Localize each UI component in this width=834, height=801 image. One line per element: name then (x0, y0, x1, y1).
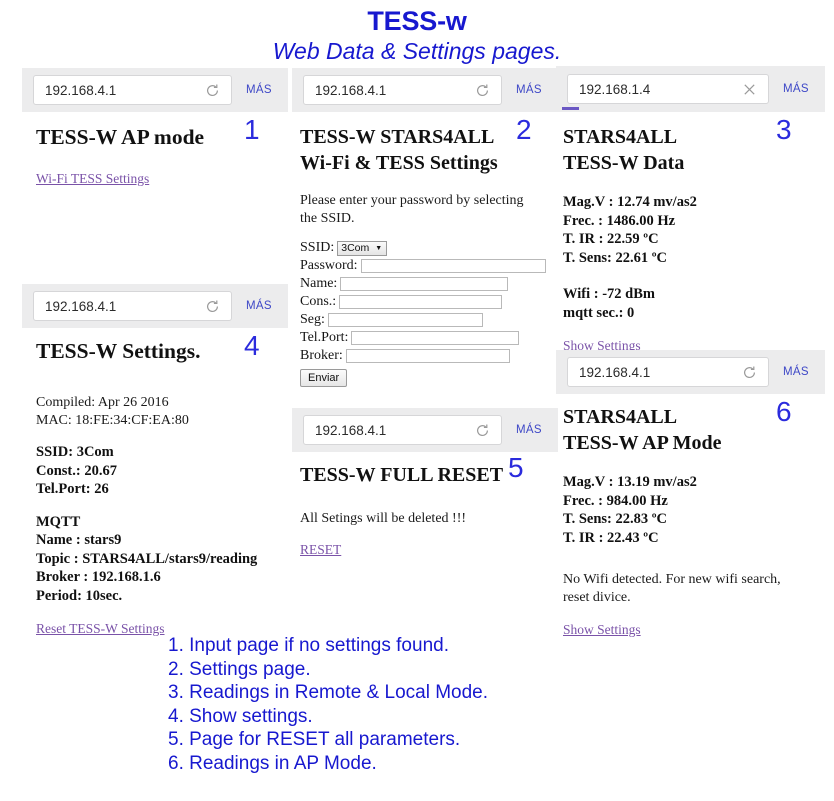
panel6-status: No Wifi detected. For new wifi search, r… (563, 572, 781, 605)
browser-address-bar-5: 192.168.4.1 MÁS (292, 408, 558, 452)
url-input-1[interactable]: 192.168.4.1 (33, 75, 232, 105)
more-button-6[interactable]: MÁS (769, 366, 825, 378)
form-row-broker: Broker: (300, 348, 550, 365)
browser-address-bar-3: 192.168.1.4 MÁS (556, 66, 825, 112)
url-text-5: 192.168.4.1 (315, 422, 387, 438)
panel4-wifi-info: SSID: 3Com Const.: 20.67 Tel.Port: 26 (36, 444, 117, 497)
panel3-status: Wifi : -72 dBm mqtt sec.: 0 (563, 286, 655, 321)
panel2-instruction: Please enter your password by selecting … (300, 193, 524, 226)
label-broker: Broker: (300, 348, 343, 364)
panel-tess-data: STARS4ALL TESS-W Data Mag.V : 12.74 mv/a… (563, 124, 828, 355)
url-input-2[interactable]: 192.168.4.1 (303, 75, 502, 105)
panel-settings-readout: TESS-W Settings. Compiled: Apr 26 2016 M… (36, 338, 291, 638)
browser-address-bar-2: 192.168.4.1 MÁS (292, 68, 558, 112)
browser-address-bar-4: 192.168.4.1 MÁS (22, 284, 288, 328)
settings-form: SSID: 3Com ▼ Password: Name: Cons.: Seg:… (300, 240, 550, 387)
url-text-4: 192.168.4.1 (45, 298, 117, 314)
cons-field[interactable] (339, 295, 503, 310)
label-cons: Cons.: (300, 294, 337, 310)
form-row-ssid: SSID: 3Com ▼ (300, 240, 550, 257)
form-row-password: Password: (300, 258, 550, 275)
url-text-3: 192.168.1.4 (579, 81, 651, 97)
panel1-marker: 1 (244, 114, 260, 145)
form-row-name: Name: (300, 276, 550, 293)
panel6-readings: Mag.V : 13.19 mv/as2 Frec. : 984.00 Hz T… (563, 474, 697, 546)
panel4-mqtt-info: MQTT Name : stars9 Topic : STARS4ALL/sta… (36, 513, 258, 604)
wifi-tess-settings-link[interactable]: Wi-Fi TESS Settings (36, 171, 149, 187)
broker-field[interactable] (345, 349, 510, 364)
telport-field[interactable] (351, 331, 520, 346)
panel-wifi-settings-form: TESS-W STARS4ALL Wi-Fi & TESS Settings P… (300, 124, 550, 387)
more-button-3[interactable]: MÁS (769, 83, 825, 95)
url-input-4[interactable]: 192.168.4.1 (33, 291, 232, 321)
tab-indicator (562, 107, 579, 110)
form-row-telport: Tel.Port: (300, 330, 550, 347)
reload-icon[interactable] (197, 291, 227, 321)
form-row-cons: Cons.: (300, 294, 550, 311)
more-button-4[interactable]: MÁS (232, 300, 288, 312)
label-telport: Tel.Port: (300, 330, 349, 346)
panel4-marker: 4 (244, 330, 260, 361)
url-input-6[interactable]: 192.168.4.1 (567, 357, 769, 387)
url-input-3[interactable]: 192.168.1.4 (567, 74, 769, 104)
panel2-heading: TESS-W STARS4ALL Wi-Fi & TESS Settings (300, 126, 498, 174)
more-button-2[interactable]: MÁS (502, 84, 558, 96)
reset-link[interactable]: RESET (300, 542, 341, 558)
submit-button[interactable]: Enviar (300, 369, 348, 387)
reload-icon[interactable] (467, 75, 497, 105)
password-field[interactable] (360, 259, 546, 274)
page-title: TESS-w (367, 6, 467, 36)
reset-tess-settings-link[interactable]: Reset TESS-W Settings (36, 621, 165, 637)
url-text-1: 192.168.4.1 (45, 82, 117, 98)
reload-icon[interactable] (467, 415, 497, 445)
seg-field[interactable] (327, 313, 483, 328)
legend-list: 1. Input page if no settings found. 2. S… (168, 635, 489, 774)
show-settings-link-6[interactable]: Show Settings (563, 622, 641, 638)
panel3-readings: Mag.V : 12.74 mv/as2 Frec. : 1486.00 Hz … (563, 194, 697, 266)
ssid-select-value: 3Com (341, 242, 370, 255)
form-row-seg: Seg: (300, 312, 550, 329)
panel4-build-info: Compiled: Apr 26 2016 MAC: 18:FE:34:CF:E… (36, 395, 189, 428)
label-ssid: SSID: (300, 240, 335, 256)
panel5-warning: All Setings will be deleted !!! (300, 511, 467, 526)
url-text-2: 192.168.4.1 (315, 82, 387, 98)
browser-address-bar-6: 192.168.4.1 MÁS (556, 350, 825, 394)
page-subtitle: Web Data & Settings pages. (272, 38, 562, 64)
panel2-marker: 2 (516, 114, 532, 145)
panel5-marker: 5 (508, 452, 524, 483)
browser-address-bar-1: 192.168.4.1 MÁS (22, 68, 288, 112)
url-text-6: 192.168.4.1 (579, 364, 651, 380)
close-icon[interactable] (734, 74, 764, 104)
reload-icon[interactable] (734, 357, 764, 387)
url-input-5[interactable]: 192.168.4.1 (303, 415, 502, 445)
panel-ap-mode-data: STARS4ALL TESS-W AP Mode Mag.V : 13.19 m… (563, 404, 825, 639)
chevron-down-icon: ▼ (375, 244, 383, 252)
label-name: Name: (300, 276, 338, 292)
more-button-1[interactable]: MÁS (232, 84, 288, 96)
reload-icon[interactable] (197, 75, 227, 105)
panel3-marker: 3 (776, 114, 792, 145)
ssid-select[interactable]: 3Com ▼ (337, 240, 388, 256)
label-password: Password: (300, 258, 358, 274)
name-field[interactable] (340, 277, 509, 292)
more-button-5[interactable]: MÁS (502, 424, 558, 436)
panel6-marker: 6 (776, 396, 792, 427)
label-seg: Seg: (300, 312, 325, 328)
